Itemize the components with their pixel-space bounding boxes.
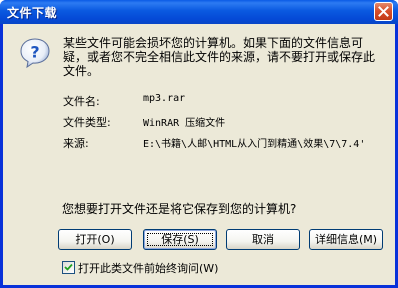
always-ask-label[interactable]: 打开此类文件前始终询问(W)	[78, 260, 218, 276]
file-source-row: 来源: E:\书籍\人邮\HTML从入门到精通\效果\7\7.4'	[63, 135, 388, 156]
file-type-value: WinRAR 压缩文件	[143, 118, 226, 129]
open-button[interactable]: 打开(O)	[58, 229, 132, 250]
file-source-label: 来源:	[63, 137, 89, 150]
file-download-dialog: 文件下载 ? 某些文件可能会损坏您的计算机。如果下面的文件信息可疑，或者您不完全…	[0, 0, 398, 288]
svg-text:?: ?	[30, 43, 39, 62]
close-button[interactable]	[374, 2, 393, 21]
close-icon	[378, 6, 389, 17]
save-button-label: 保存(S)	[161, 233, 199, 246]
warning-message: 某些文件可能会损坏您的计算机。如果下面的文件信息可疑，或者您不完全相信此文件的来…	[63, 36, 376, 78]
file-info: 文件名: mp3.rar 文件类型: WinRAR 压缩文件 来源: E:\书籍…	[63, 93, 388, 156]
title-bar[interactable]: 文件下载	[0, 0, 398, 24]
action-prompt: 您想要打开文件还是将它保存到您的计算机?	[62, 202, 297, 216]
dialog-body: ? 某些文件可能会损坏您的计算机。如果下面的文件信息可疑，或者您不完全相信此文件…	[3, 24, 395, 285]
file-name-label: 文件名:	[63, 95, 100, 108]
details-button[interactable]: 详细信息(M)	[309, 229, 383, 250]
cancel-button[interactable]: 取消	[226, 229, 300, 250]
question-icon: ?	[20, 38, 50, 69]
file-source-value: E:\书籍\人邮\HTML从入门到精通\效果\7\7.4'	[143, 139, 366, 150]
file-name-row: 文件名: mp3.rar	[63, 93, 388, 114]
window-title: 文件下载	[7, 6, 58, 20]
file-type-row: 文件类型: WinRAR 压缩文件	[63, 114, 388, 135]
file-name-value: mp3.rar	[143, 93, 186, 104]
always-ask-checkbox[interactable]	[62, 261, 75, 274]
save-button[interactable]: 保存(S)	[143, 229, 217, 250]
file-type-label: 文件类型:	[63, 116, 111, 129]
checkmark-icon	[64, 263, 73, 271]
